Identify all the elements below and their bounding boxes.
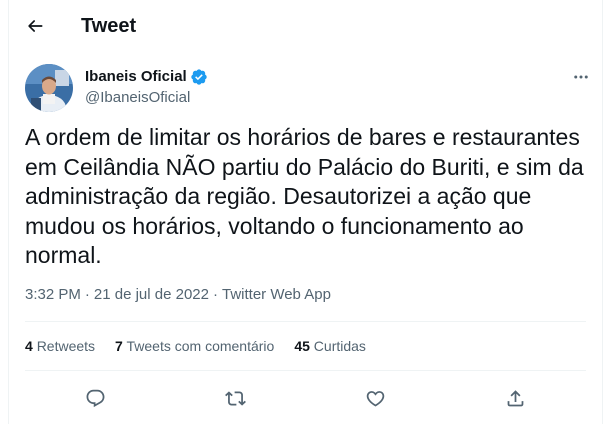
back-button[interactable] bbox=[23, 14, 47, 38]
tweet-stats: 4 Retweets 7 Tweets com comentário 45 Cu… bbox=[25, 336, 366, 356]
divider bbox=[25, 370, 586, 371]
quotes-count: 7 bbox=[115, 338, 123, 354]
author-name-row: Ibaneis Oficial bbox=[85, 67, 208, 87]
share-button[interactable] bbox=[501, 383, 531, 413]
retweet-icon bbox=[224, 390, 246, 406]
tweet-actions bbox=[25, 383, 586, 413]
quotes-label: Tweets com comentário bbox=[126, 338, 275, 354]
author-handle[interactable]: @IbaneisOficial bbox=[85, 88, 190, 108]
tweet-detail-column: Tweet Ibaneis Oficial @IbaneisOficial A … bbox=[8, 0, 603, 424]
share-icon bbox=[508, 389, 524, 406]
reply-button[interactable] bbox=[80, 383, 110, 413]
retweet-button[interactable] bbox=[220, 383, 250, 413]
divider bbox=[25, 321, 586, 322]
tweet-time[interactable]: 3:32 PM bbox=[25, 285, 81, 305]
likes-stat[interactable]: 45 Curtidas bbox=[294, 336, 366, 356]
like-button[interactable] bbox=[361, 383, 391, 413]
more-options-button[interactable] bbox=[570, 66, 592, 88]
page-header: Tweet bbox=[9, 0, 602, 53]
heart-icon bbox=[366, 390, 385, 407]
verified-badge-icon bbox=[191, 69, 207, 85]
likes-count: 45 bbox=[294, 338, 310, 354]
author-avatar[interactable] bbox=[25, 64, 73, 112]
quote-tweets-stat[interactable]: 7 Tweets com comentário bbox=[115, 336, 274, 356]
tweet-source[interactable]: Twitter Web App bbox=[222, 285, 331, 305]
meta-separator: · bbox=[212, 286, 218, 303]
page-title: Tweet bbox=[81, 15, 137, 37]
tweet-metadata: 3:32 PM · 21 de jul de 2022 · Twitter We… bbox=[25, 285, 331, 305]
retweets-label: Retweets bbox=[36, 338, 96, 354]
avatar-photo bbox=[25, 64, 73, 112]
tweet-text: A ordem de limitar os horários de bares … bbox=[25, 124, 584, 268]
retweets-count: 4 bbox=[25, 338, 33, 354]
likes-label: Curtidas bbox=[313, 338, 366, 354]
reply-icon bbox=[86, 389, 105, 407]
author-display-name[interactable]: Ibaneis Oficial bbox=[85, 67, 187, 87]
meta-separator: · bbox=[84, 286, 90, 303]
more-horizontal-icon bbox=[574, 75, 588, 79]
retweets-stat[interactable]: 4 Retweets bbox=[25, 336, 95, 356]
arrow-left-icon bbox=[28, 20, 43, 32]
tweet-date[interactable]: 21 de jul de 2022 bbox=[94, 285, 209, 305]
